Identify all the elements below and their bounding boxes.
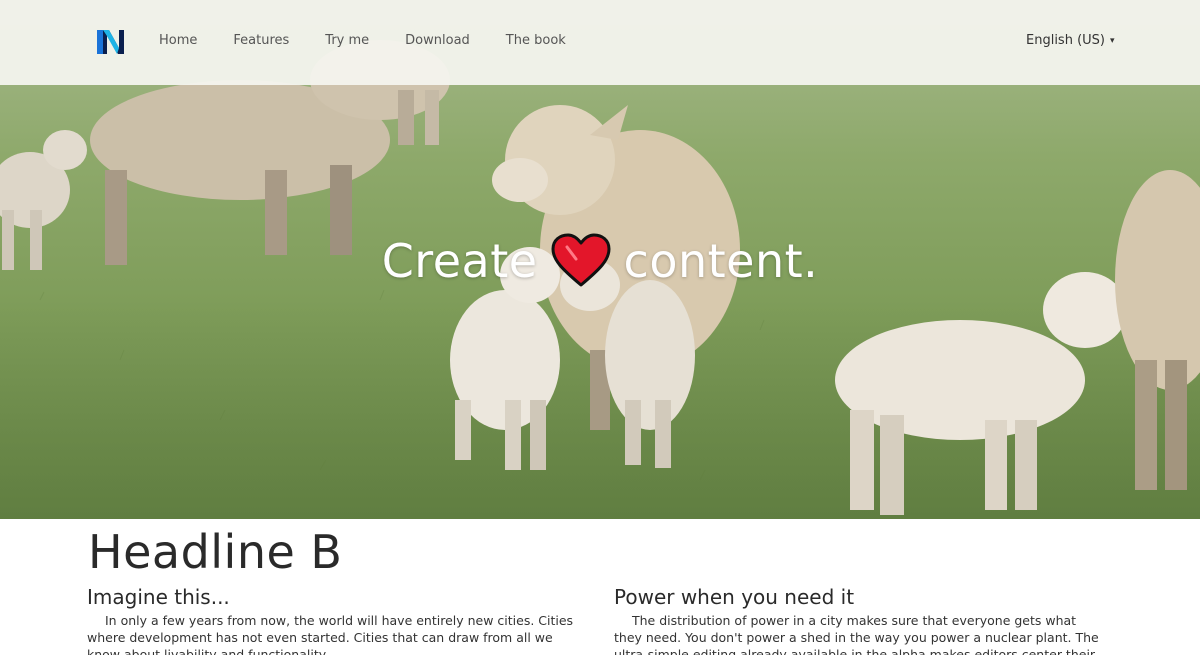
feature-column-left: Imagine this... In only a few years from… <box>87 585 577 655</box>
logo-icon[interactable] <box>95 26 125 56</box>
main-content: Headline B Imagine this... In only a few… <box>0 519 1200 655</box>
language-selector[interactable]: English (US) ▾ <box>1026 33 1115 48</box>
page-headline: Headline B <box>88 525 343 579</box>
feature-text-left: In only a few years from now, the world … <box>87 613 574 655</box>
feature-title-left: Imagine this... <box>87 585 230 609</box>
hero-title-before: Create <box>381 234 538 288</box>
heart-icon <box>551 233 611 287</box>
sheep-far-right <box>1115 170 1200 490</box>
nav-home-link[interactable]: Home <box>159 33 197 48</box>
lamb-right <box>835 272 1127 515</box>
feature-title-right: Power when you need it <box>614 585 855 609</box>
language-label: English (US) <box>1026 33 1105 48</box>
chevron-down-icon: ▾ <box>1109 35 1115 46</box>
feature-text-right: The distribution of power in a city make… <box>614 613 1099 655</box>
nav-the-book-link[interactable]: The book <box>506 33 566 48</box>
feature-column-right: Power when you need it The distribution … <box>614 585 1104 655</box>
top-navbar: Home Features Try me Download The book E… <box>0 0 1200 85</box>
hero-title-after: content. <box>623 234 819 288</box>
hero-title: Create content. <box>0 233 1200 289</box>
main-nav: Home Features Try me Download The book <box>159 33 602 48</box>
nav-try-me-link[interactable]: Try me <box>325 33 369 48</box>
nav-download-link[interactable]: Download <box>405 33 470 48</box>
nav-features-link[interactable]: Features <box>233 33 289 48</box>
